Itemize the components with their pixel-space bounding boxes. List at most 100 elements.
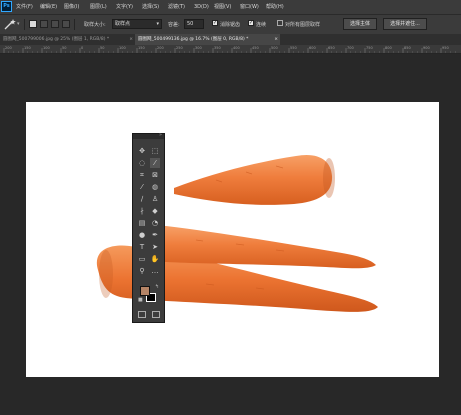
- zoom-icon[interactable]: ⚲: [137, 266, 147, 276]
- history-brush-icon[interactable]: ∤: [137, 206, 147, 216]
- frame-icon[interactable]: ⊠: [150, 170, 160, 180]
- ruler-tick-label: 150: [24, 46, 31, 50]
- magic-wand-icon[interactable]: ⁄: [150, 158, 160, 168]
- intersect-selection-button[interactable]: [62, 20, 70, 28]
- document-tab-active[interactable]: 圆图网_500499136.jpg @ 16.7% (图层 0, RGB/8) …: [135, 34, 280, 45]
- select-subject-button[interactable]: 选择主体: [343, 18, 377, 30]
- menu-3d[interactable]: 3D(D): [194, 3, 209, 11]
- ruler-tick-label: 750: [366, 46, 373, 50]
- anti-alias-label: 消除锯齿: [220, 22, 241, 28]
- ruler-tick-label: 50: [62, 46, 66, 50]
- document-canvas[interactable]: [26, 102, 439, 377]
- menu-layer[interactable]: 图层(L): [90, 3, 107, 11]
- document-tab-inactive[interactable]: 圆图网_500799006.jpg @ 25% (图层 1, RGB/8) * …: [0, 34, 135, 45]
- sample-size-dropdown[interactable]: 取样点 ▾: [112, 19, 162, 29]
- lasso-icon[interactable]: ◌: [137, 158, 147, 168]
- panel-collapse-icon[interactable]: »: [159, 132, 162, 138]
- ruler-tick-label: 850: [404, 46, 411, 50]
- tool-grid: ✥ ⬚ ◌ ⁄ ⌗ ⊠ ⁄ ◍ ∕ ♙ ∤ ◆ ▤ ◔ ● ✒ T ➤ ▭ ✋ ⚲…: [137, 146, 161, 278]
- eyedropper-icon[interactable]: ⁄: [137, 182, 147, 192]
- contiguous-label: 连续: [256, 22, 267, 28]
- type-icon[interactable]: T: [137, 242, 147, 252]
- horizontal-ruler: 200 150 100 50 0 50 100 150 200 250 300 350 400 450 50…: [0, 45, 461, 54]
- close-icon[interactable]: ×: [129, 34, 133, 45]
- ruler-tick-label: 300: [195, 46, 202, 50]
- divider: [24, 19, 25, 30]
- tolerance-input[interactable]: 50: [184, 19, 204, 29]
- ruler-tick-label: 0: [81, 46, 83, 50]
- tool-preset-chevron-icon[interactable]: ▾: [17, 20, 20, 28]
- magic-wand-icon[interactable]: [3, 18, 17, 30]
- menu-bar: Ps 文件(F) 编辑(E) 图像(I) 图层(L) 文字(Y) 选择(S) 滤…: [0, 0, 461, 14]
- foreground-color-swatch[interactable]: [140, 286, 150, 296]
- subtract-from-selection-button[interactable]: [51, 20, 59, 28]
- more-icon[interactable]: …: [150, 266, 160, 276]
- ruler-tick-label: 200: [157, 46, 164, 50]
- sample-all-layers-checkbox[interactable]: [277, 20, 283, 26]
- carrot-bottom-end: [99, 250, 113, 298]
- menu-type[interactable]: 文字(Y): [116, 3, 133, 11]
- close-icon[interactable]: ×: [274, 34, 278, 45]
- carrot-top: [174, 154, 333, 205]
- ruler-tick-label: 600: [309, 46, 316, 50]
- tab-label: 圆图网_500499136.jpg @ 16.7% (图层 0, RGB/8) …: [138, 37, 249, 42]
- hand-icon[interactable]: ✋: [150, 254, 160, 264]
- chevron-down-icon: ▾: [156, 21, 159, 27]
- rectangle-icon[interactable]: ▭: [137, 254, 147, 264]
- path-select-icon[interactable]: ➤: [150, 242, 160, 252]
- carrot-middle: [133, 225, 376, 269]
- tab-label: 圆图网_500799006.jpg @ 25% (图层 1, RGB/8) *: [3, 37, 110, 42]
- spot-heal-icon[interactable]: ◍: [150, 182, 160, 192]
- stamp-icon[interactable]: ♙: [150, 194, 160, 204]
- add-to-selection-button[interactable]: [40, 20, 48, 28]
- document-tab-bar: 圆图网_500799006.jpg @ 25% (图层 1, RGB/8) * …: [0, 34, 461, 45]
- ruler-tick-label: 800: [385, 46, 392, 50]
- anti-alias-checkbox[interactable]: ✓: [212, 20, 218, 26]
- sample-all-layers-label: 对所有图层取样: [285, 22, 321, 28]
- gradient-icon[interactable]: ▤: [137, 218, 147, 228]
- ruler-tick-label: 500: [271, 46, 278, 50]
- select-and-mask-button[interactable]: 选择并遮住...: [383, 18, 427, 30]
- crop-icon[interactable]: ⌗: [137, 170, 147, 180]
- ruler-tick-label: 550: [290, 46, 297, 50]
- contiguous-checkbox[interactable]: ✓: [248, 20, 254, 26]
- panel-header[interactable]: »: [133, 132, 164, 139]
- ruler-tick-label: 900: [423, 46, 430, 50]
- tools-panel: » ✥ ⬚ ◌ ⁄ ⌗ ⊠ ⁄ ◍ ∕ ♙ ∤ ◆ ▤ ◔ ● ✒ T ➤ ▭ ✋ ⚲… ↰ ■: [132, 132, 165, 323]
- menu-image[interactable]: 图像(I): [64, 3, 79, 11]
- tolerance-label: 容差:: [168, 22, 180, 28]
- ruler-tick-label: 350: [214, 46, 221, 50]
- ruler-ticks: 200 150 100 50 0 50 100 150 200 250 300 350 400 450 50…: [3, 46, 456, 53]
- marquee-icon[interactable]: ⬚: [150, 146, 160, 156]
- dodge-icon[interactable]: ●: [137, 230, 147, 240]
- ruler-tick-label: 50: [100, 46, 104, 50]
- divider: [74, 19, 75, 30]
- blur-icon[interactable]: ◔: [150, 218, 160, 228]
- brush-icon[interactable]: ∕: [137, 194, 147, 204]
- menu-edit[interactable]: 编辑(E): [40, 3, 57, 11]
- sample-size-label: 取样大小:: [84, 22, 106, 28]
- ruler-tick-label: 450: [252, 46, 259, 50]
- screen-mode-icon[interactable]: [152, 311, 160, 318]
- ruler-tick-label: 100: [43, 46, 50, 50]
- ruler-tick-label: 650: [328, 46, 335, 50]
- new-selection-button[interactable]: [29, 20, 37, 28]
- menu-filter[interactable]: 滤镜(T): [168, 3, 185, 11]
- pen-icon[interactable]: ✒: [150, 230, 160, 240]
- menu-select[interactable]: 选择(S): [142, 3, 159, 11]
- move-icon[interactable]: ✥: [137, 146, 147, 156]
- sample-size-value: 取样点: [115, 21, 131, 27]
- ruler-tick-label: 950: [442, 46, 449, 50]
- menu-view[interactable]: 视图(V): [214, 3, 231, 11]
- menu-file[interactable]: 文件(F): [16, 3, 33, 11]
- carrot-top-end: [323, 158, 335, 198]
- quick-mask-icon[interactable]: [138, 311, 146, 318]
- ruler-tick-label: 250: [176, 46, 183, 50]
- menu-help[interactable]: 帮助(H): [266, 3, 284, 11]
- menu-window[interactable]: 窗口(W): [240, 3, 259, 11]
- eraser-icon[interactable]: ◆: [150, 206, 160, 216]
- ruler-tick-label: 150: [138, 46, 145, 50]
- default-colors-icon[interactable]: ■: [138, 297, 143, 303]
- swap-colors-icon[interactable]: ↰: [155, 284, 159, 290]
- photoshop-logo[interactable]: Ps: [1, 1, 12, 12]
